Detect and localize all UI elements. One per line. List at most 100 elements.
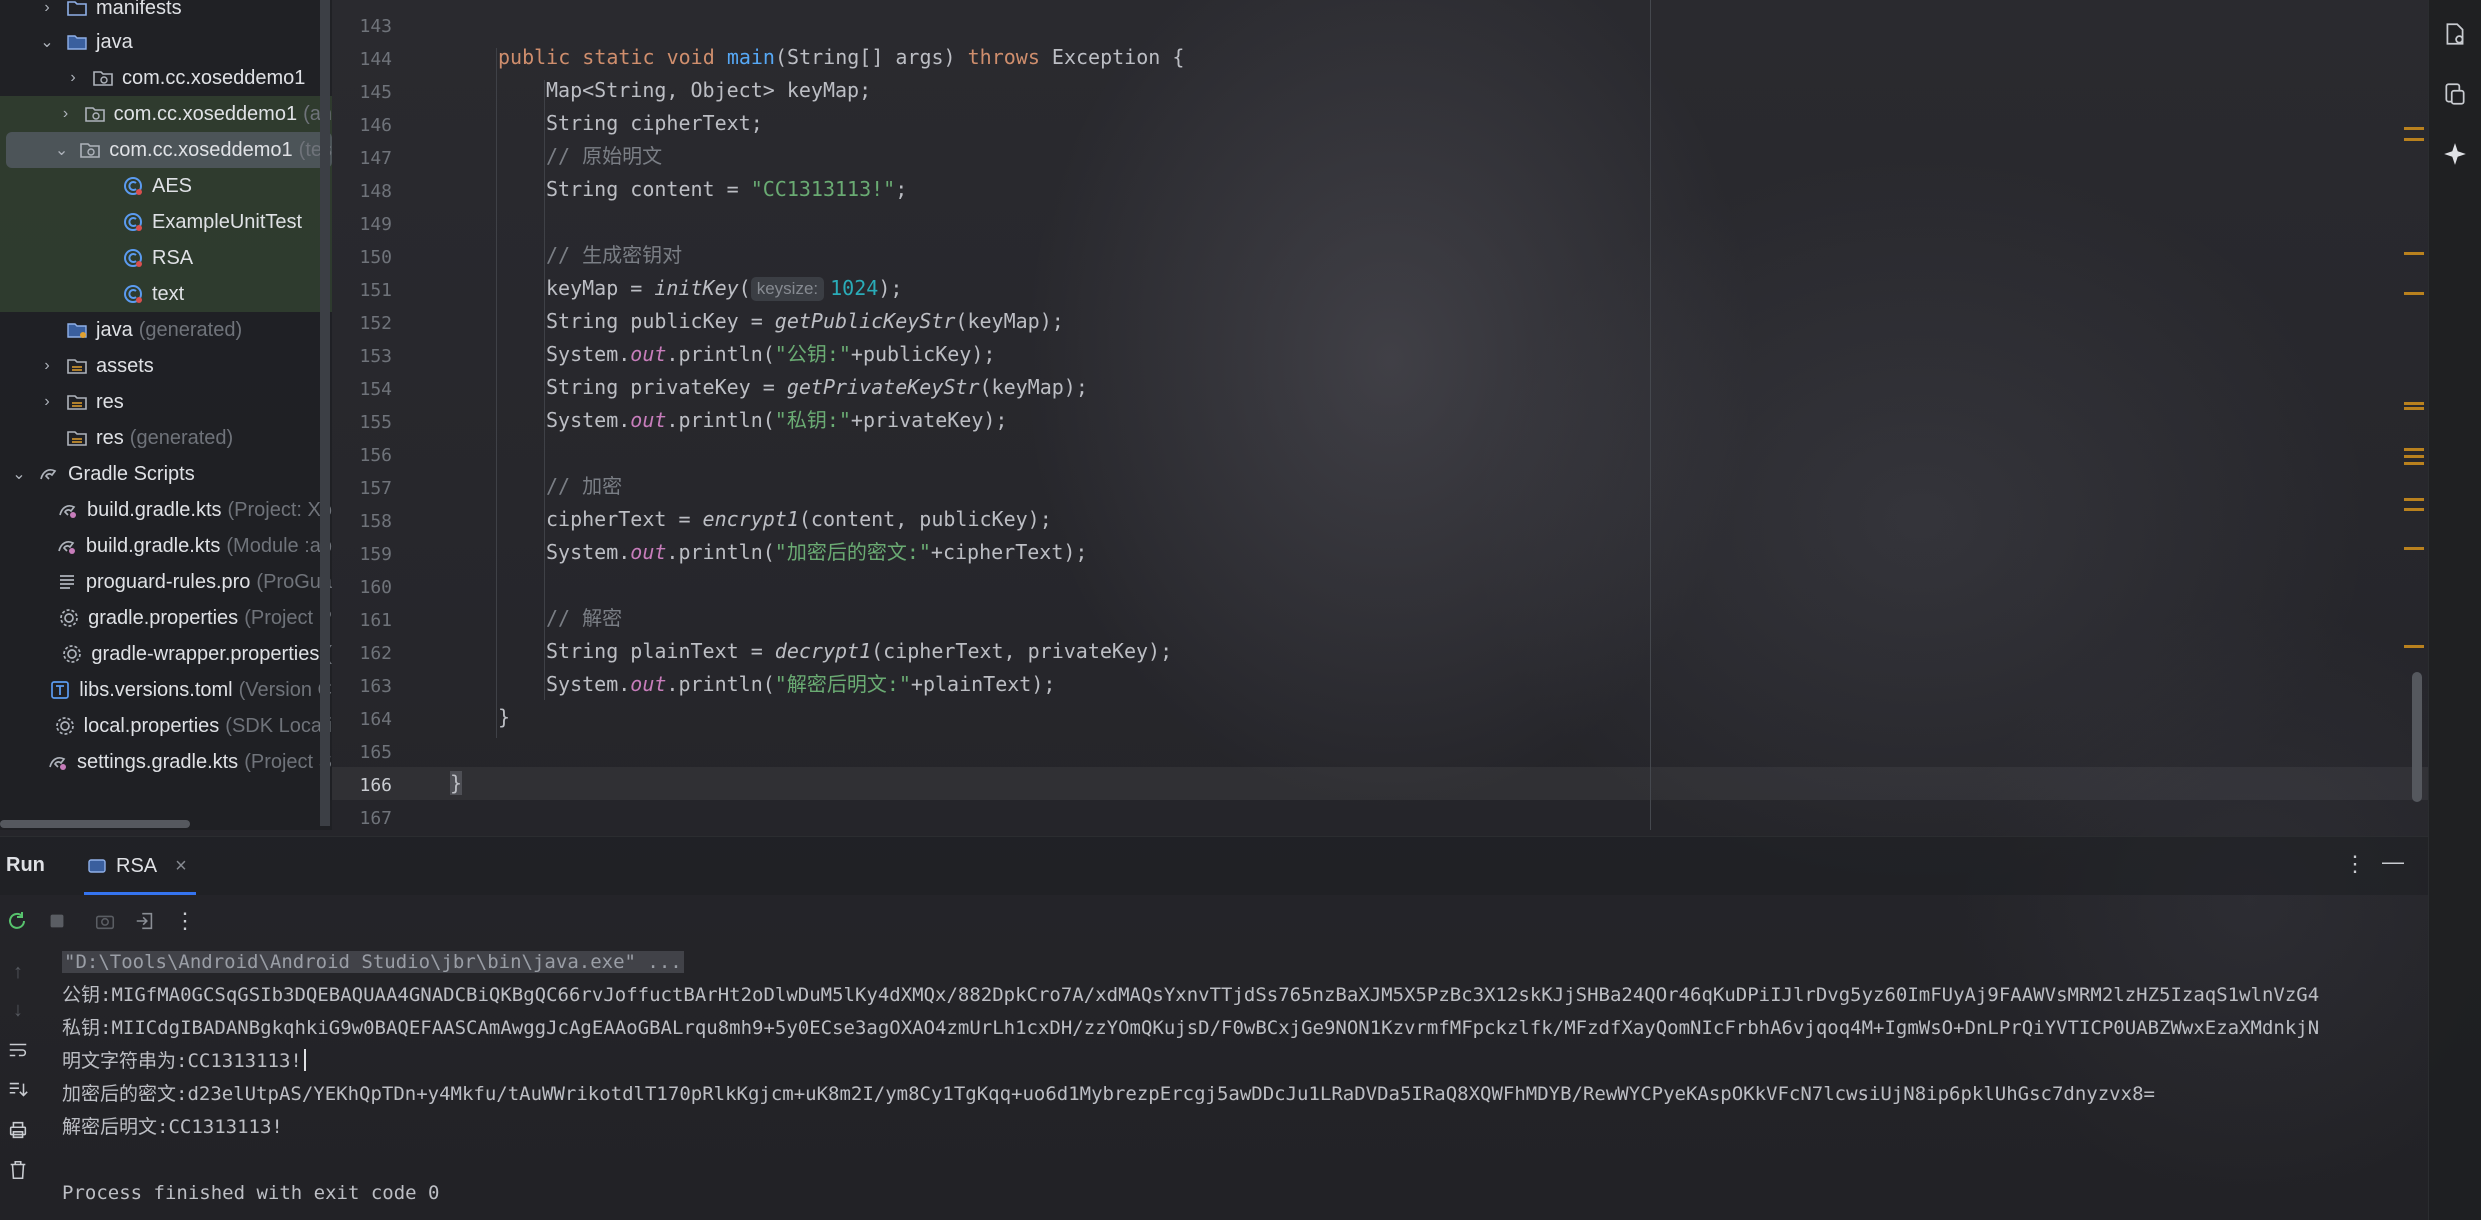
active-tab-indicator	[84, 892, 196, 895]
tree-item-gradle-wrapper-properties[interactable]: gradle-wrapper.properties (	[0, 636, 332, 672]
tree-item-aes[interactable]: AES	[0, 168, 332, 204]
console-private-key: 私钥:MIICdgIBADANBgkqhkiG9w0BAQEFAASCAmAwg…	[62, 1017, 2320, 1039]
more-options-icon[interactable]: ⋮	[2344, 851, 2366, 877]
run-toolbar: ⋮	[0, 900, 2428, 944]
stop-icon[interactable]	[44, 908, 70, 934]
tree-item-gradle-scripts[interactable]: ⌄ Gradle Scripts	[0, 456, 332, 492]
code-line-151: keyMap = initKey(keysize: 1024);	[546, 276, 903, 301]
tree-item-assets[interactable]: › assets	[0, 348, 332, 384]
tree-scrollbar-horizontal[interactable]	[0, 820, 190, 828]
settings-file-icon	[58, 607, 80, 629]
tree-item-java-generated[interactable]: java (generated)	[0, 312, 332, 348]
close-tab-icon[interactable]: ×	[175, 855, 187, 878]
right-margin-guide	[1650, 0, 1651, 830]
tree-item-label: com.cc.xoseddemo1	[113, 102, 298, 125]
gradle-icon	[38, 463, 60, 485]
line-number: 162	[359, 643, 392, 664]
chevron-right-icon[interactable]: ›	[58, 105, 74, 123]
tree-item-hint: (generated)	[138, 318, 243, 341]
tree-item-hint: (Project S	[244, 750, 332, 773]
tree-item-package-android-test[interactable]: › com.cc.xoseddemo1 (an	[0, 96, 332, 132]
chevron-right-icon[interactable]: ›	[38, 0, 56, 17]
code-line-166: }	[450, 767, 463, 800]
code-line-155: System.out.println("私钥:"+privateKey);	[546, 408, 1008, 432]
run-tab-rsa[interactable]: RSA ×	[84, 837, 196, 895]
text-caret	[303, 1049, 306, 1071]
line-number: 159	[359, 544, 392, 565]
indent-guide	[496, 48, 497, 738]
console-decrypted: 解密后明文:CC1313113!	[62, 1116, 283, 1138]
rerun-icon[interactable]	[4, 908, 30, 934]
warning-marker[interactable]	[2404, 402, 2424, 405]
tree-item-package-test-selected[interactable]: ⌄ com.cc.xoseddemo1 (tes	[0, 132, 332, 168]
chevron-right-icon[interactable]: ›	[38, 393, 56, 411]
warning-marker[interactable]	[2404, 292, 2424, 295]
line-number: 154	[359, 379, 392, 400]
warning-marker[interactable]	[2404, 645, 2424, 648]
screenshot-icon[interactable]	[92, 908, 118, 934]
device-manager-icon[interactable]	[2441, 80, 2469, 108]
console-output[interactable]: "D:\Tools\Android\Android Studio\jbr\bin…	[62, 946, 2428, 1220]
notifications-icon[interactable]	[2441, 20, 2469, 48]
tree-item-hint: (Version C	[238, 678, 332, 701]
tree-item-example-unit-test[interactable]: ExampleUnitTest	[0, 204, 332, 240]
tree-item-build-gradle-project[interactable]: build.gradle.kts (Project: Xo	[0, 492, 332, 528]
scroll-up-icon[interactable]: ↑	[6, 960, 30, 984]
chevron-down-icon[interactable]: ⌄	[38, 32, 56, 52]
tree-item-package[interactable]: › com.cc.xoseddemo1	[0, 60, 332, 96]
print-icon[interactable]	[6, 1118, 30, 1142]
tree-item-label: manifests	[96, 0, 182, 19]
tree-item-libs-versions-toml[interactable]: libs.versions.toml (Version C	[0, 672, 332, 708]
generated-folder-icon	[66, 319, 88, 341]
exit-icon[interactable]	[132, 908, 158, 934]
line-number: 158	[359, 511, 392, 532]
tree-item-manifests[interactable]: › manifests	[0, 0, 332, 26]
folder-icon	[66, 0, 88, 19]
tree-item-local-properties[interactable]: local.properties (SDK Locati	[0, 708, 332, 744]
tree-item-text[interactable]: text	[0, 276, 332, 312]
chevron-down-icon[interactable]: ⌄	[54, 140, 69, 160]
soft-wrap-icon[interactable]	[6, 1038, 30, 1062]
class-icon	[122, 247, 144, 269]
tree-item-res-generated[interactable]: res (generated)	[0, 420, 332, 456]
warning-marker[interactable]	[2404, 448, 2424, 451]
tree-item-build-gradle-module[interactable]: build.gradle.kts (Module :ap	[0, 528, 332, 564]
warning-marker[interactable]	[2404, 252, 2424, 255]
toml-file-icon	[49, 679, 71, 701]
tree-item-java[interactable]: ⌄ java	[0, 24, 332, 60]
warning-marker[interactable]	[2404, 407, 2424, 410]
scroll-down-icon[interactable]: ↓	[6, 998, 30, 1022]
scroll-to-end-icon[interactable]	[6, 1078, 30, 1102]
clear-all-icon[interactable]	[6, 1158, 30, 1182]
more-actions-icon[interactable]: ⋮	[172, 908, 198, 934]
class-icon	[122, 211, 144, 233]
tree-item-gradle-properties[interactable]: gradle.properties (Project P	[0, 600, 332, 636]
editor-scrollbar[interactable]	[2412, 672, 2422, 802]
warning-marker[interactable]	[2404, 455, 2424, 458]
warning-marker[interactable]	[2404, 547, 2424, 550]
console-ciphertext: 加密后的密文:d23elUtpAS/YEKhQpTDn+y4Mkfu/tAuWW…	[62, 1083, 2155, 1105]
package-icon	[79, 139, 101, 161]
console-exit-status: Process finished with exit code 0	[62, 1182, 440, 1204]
ai-assistant-icon[interactable]	[2441, 140, 2469, 168]
minimize-icon[interactable]: —	[2382, 849, 2404, 875]
tree-item-label: RSA	[152, 246, 194, 269]
warning-marker[interactable]	[2404, 127, 2424, 130]
tree-scrollbar-vertical[interactable]	[320, 0, 330, 826]
tree-item-settings-gradle[interactable]: settings.gradle.kts (Project S	[0, 744, 332, 780]
code-editor[interactable]: 143 144 145 146 147 148 149 150 151 152 …	[332, 0, 2428, 830]
tree-item-rsa[interactable]: RSA	[0, 240, 332, 276]
warning-marker[interactable]	[2404, 508, 2424, 511]
warning-marker[interactable]	[2404, 498, 2424, 501]
tree-item-hint: (SDK Locati	[225, 714, 332, 737]
chevron-right-icon[interactable]: ›	[38, 357, 56, 375]
line-number: 155	[359, 412, 392, 433]
code-line-159: System.out.println("加密后的密文:"+cipherText)…	[546, 540, 1088, 564]
tree-item-proguard[interactable]: proguard-rules.pro (ProGua	[0, 564, 332, 600]
settings-file-icon	[54, 715, 76, 737]
warning-marker[interactable]	[2404, 138, 2424, 141]
tree-item-res[interactable]: › res	[0, 384, 332, 420]
chevron-right-icon[interactable]: ›	[64, 69, 82, 87]
chevron-down-icon[interactable]: ⌄	[10, 464, 28, 484]
warning-marker[interactable]	[2404, 462, 2424, 465]
